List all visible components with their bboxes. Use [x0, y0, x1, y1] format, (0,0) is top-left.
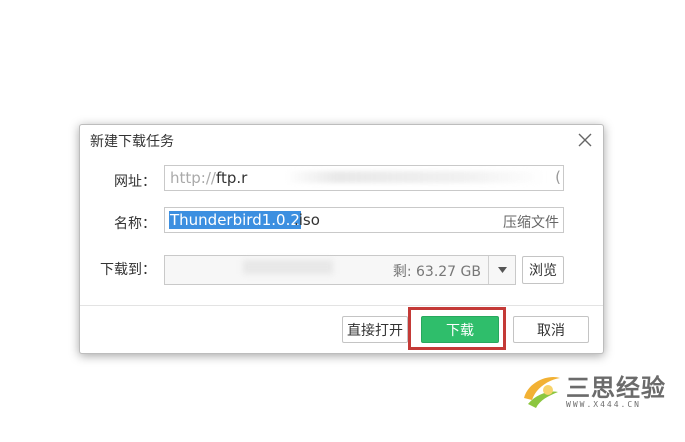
- watermark-text: 三思经验: [566, 374, 666, 402]
- dialog-title: 新建下载任务: [90, 134, 174, 150]
- dialog-separator: [80, 305, 603, 306]
- watermark: 三思经验 WWW.X444.CN: [518, 366, 678, 414]
- path-label: 下载到：: [100, 262, 156, 278]
- dialog-titlebar: 新建下载任务: [80, 125, 603, 155]
- url-input[interactable]: http://ftp.r (: [164, 165, 564, 191]
- url-text: http://ftp.r: [170, 169, 247, 187]
- compress-file-link[interactable]: 压缩文件: [503, 212, 559, 232]
- url-end: (: [555, 168, 561, 186]
- path-dropdown-button[interactable]: [488, 256, 515, 284]
- download-button-highlight: [408, 307, 506, 350]
- cancel-button[interactable]: 取消: [513, 316, 589, 343]
- open-directly-button[interactable]: 直接打开: [342, 316, 408, 343]
- url-blurred-area: [285, 171, 545, 183]
- name-selected-text: Thunderbird1.0.2: [169, 211, 301, 229]
- chevron-down-icon: [497, 267, 507, 273]
- url-value: ftp.r: [215, 169, 248, 187]
- watermark-url: WWW.X444.CN: [566, 400, 641, 409]
- watermark-logo-icon: [524, 376, 560, 408]
- url-prefix: http://: [170, 169, 216, 187]
- free-space: 剩: 63.27 GB: [392, 264, 481, 280]
- close-button[interactable]: [575, 130, 595, 150]
- name-label: 名称：: [114, 216, 156, 232]
- browse-button[interactable]: 浏览: [522, 256, 564, 284]
- path-select[interactable]: 剩: 63.27 GB: [164, 255, 516, 285]
- close-icon: [578, 133, 592, 147]
- new-download-dialog: 新建下载任务 网址： http://ftp.r ( 名称： Thunderbir…: [79, 124, 604, 354]
- name-extension: .iso: [294, 211, 320, 229]
- url-label: 网址：: [114, 174, 156, 190]
- path-blurred-area: [243, 260, 333, 274]
- name-input[interactable]: Thunderbird1.0.2 .iso 压缩文件: [164, 207, 564, 233]
